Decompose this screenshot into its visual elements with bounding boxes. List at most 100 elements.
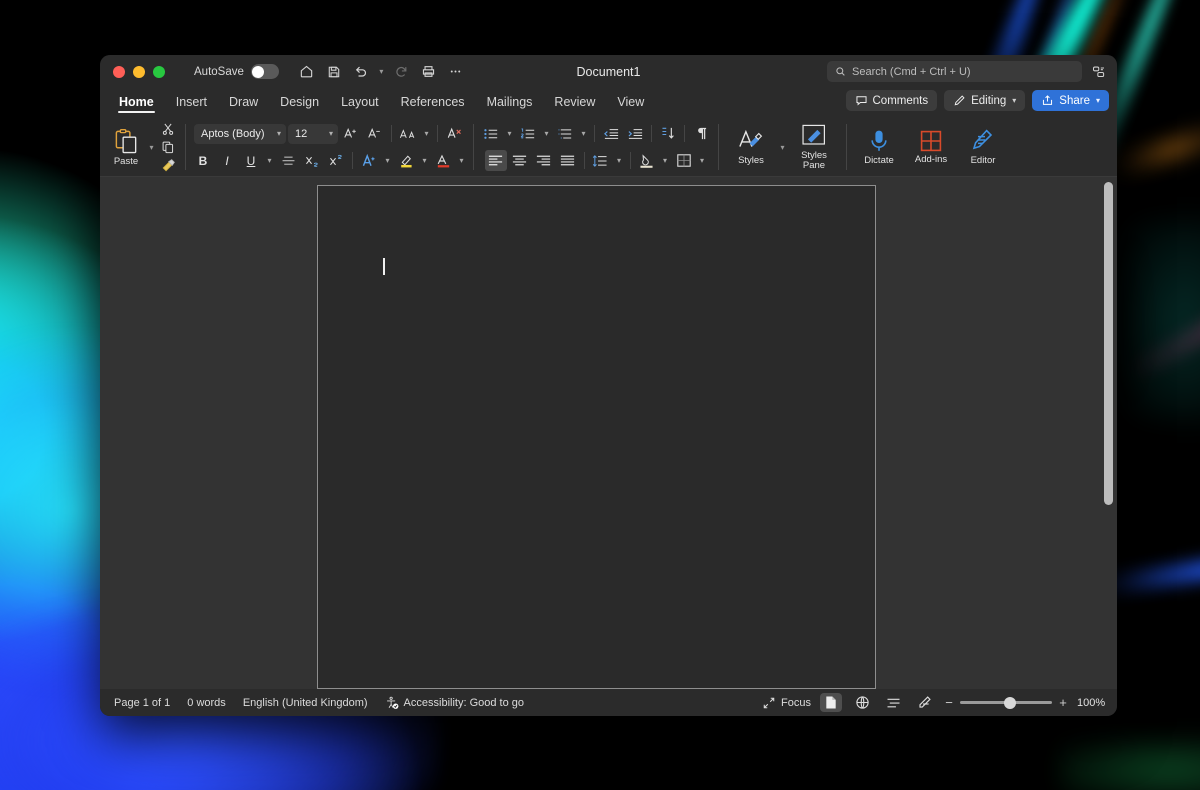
line-spacing-button[interactable] [590, 150, 612, 171]
borders-button[interactable] [673, 150, 695, 171]
shrink-font-button[interactable] [364, 123, 386, 144]
comments-button[interactable]: Comments [846, 90, 938, 111]
italic-button[interactable]: I [216, 150, 238, 171]
autosave-toggle[interactable] [251, 64, 279, 79]
change-case-chevron-down-icon[interactable]: ▾ [421, 123, 432, 144]
vertical-scrollbar[interactable] [1104, 182, 1113, 684]
search-input[interactable]: Search (Cmd + Ctrl + U) [827, 61, 1082, 82]
bullet-list-button[interactable] [480, 123, 502, 144]
autosave-toggle-knob [252, 66, 264, 78]
zoom-out-button[interactable]: − [944, 695, 954, 710]
minimize-button[interactable] [133, 66, 145, 78]
close-button[interactable] [113, 66, 125, 78]
zoom-slider-handle[interactable] [1004, 697, 1016, 709]
maximize-button[interactable] [153, 66, 165, 78]
tab-draw[interactable]: Draw [218, 88, 269, 115]
draft-view-icon[interactable] [913, 693, 935, 712]
dictate-button[interactable]: Dictate [853, 119, 905, 175]
bullet-list-chevron-down-icon[interactable]: ▾ [504, 123, 515, 144]
show-formatting-marks-button[interactable] [690, 123, 712, 144]
autosave-control[interactable]: AutoSave [194, 64, 279, 79]
align-center-button[interactable] [509, 150, 531, 171]
multilevel-list-button[interactable] [554, 123, 576, 144]
format-painter-button[interactable] [157, 157, 179, 174]
highlight-button[interactable] [395, 150, 417, 171]
align-left-button[interactable] [485, 150, 507, 171]
clear-formatting-icon [446, 126, 463, 141]
editor-button[interactable]: Editor [957, 119, 1009, 175]
home-icon[interactable] [295, 60, 319, 84]
addins-button[interactable]: Add-ins [905, 119, 957, 175]
web-layout-icon[interactable] [851, 693, 873, 712]
tab-layout[interactable]: Layout [330, 88, 390, 115]
tab-review[interactable]: Review [543, 88, 606, 115]
highlight-chevron-down-icon[interactable]: ▾ [419, 150, 430, 171]
font-family-select[interactable]: Aptos (Body) ▾ [194, 124, 286, 144]
cut-button[interactable] [157, 121, 179, 138]
font-color-chevron-down-icon[interactable]: ▾ [456, 150, 467, 171]
tab-insert[interactable]: Insert [165, 88, 218, 115]
underline-chevron-down-icon[interactable]: ▾ [264, 150, 275, 171]
undo-dropdown-chevron-down-icon[interactable]: ▾ [376, 67, 387, 76]
clipboard-mini-buttons [157, 121, 179, 174]
borders-chevron-down-icon[interactable]: ▾ [697, 150, 708, 171]
save-icon[interactable] [322, 60, 346, 84]
redo-icon[interactable] [390, 60, 414, 84]
styles-pane-button[interactable]: Styles Pane [788, 119, 840, 175]
language-indicator[interactable]: English (United Kingdom) [243, 697, 368, 709]
grow-font-button[interactable] [340, 123, 362, 144]
vertical-scrollbar-thumb[interactable] [1104, 182, 1113, 505]
tab-references[interactable]: References [390, 88, 476, 115]
accessibility-status[interactable]: Accessibility: Good to go [385, 696, 524, 710]
tab-home[interactable]: Home [108, 88, 165, 115]
zoom-level-value[interactable]: 100% [1077, 697, 1107, 709]
strikethrough-button[interactable] [277, 150, 299, 171]
shading-chevron-down-icon[interactable]: ▾ [660, 150, 671, 171]
document-page[interactable] [317, 185, 876, 689]
editing-button[interactable]: Editing ▾ [944, 90, 1025, 111]
styles-button[interactable]: Styles [725, 119, 777, 175]
outline-view-icon[interactable] [882, 693, 904, 712]
tab-design[interactable]: Design [269, 88, 330, 115]
addins-icon [919, 129, 943, 153]
numbered-list-chevron-down-icon[interactable]: ▾ [541, 123, 552, 144]
line-spacing-chevron-down-icon[interactable]: ▾ [614, 150, 625, 171]
text-effects-button[interactable] [358, 150, 380, 171]
paste-button[interactable]: Paste [106, 120, 146, 174]
multilevel-list-chevron-down-icon[interactable]: ▾ [578, 123, 589, 144]
font-color-button[interactable] [432, 150, 454, 171]
align-right-button[interactable] [533, 150, 555, 171]
numbered-list-button[interactable] [517, 123, 539, 144]
tab-mailings[interactable]: Mailings [476, 88, 544, 115]
more-options-icon[interactable] [444, 60, 468, 84]
text-effects-chevron-down-icon[interactable]: ▾ [382, 150, 393, 171]
tab-view[interactable]: View [606, 88, 655, 115]
copy-button[interactable] [157, 139, 179, 156]
word-count[interactable]: 0 words [187, 697, 226, 709]
page-indicator[interactable]: Page 1 of 1 [114, 697, 170, 709]
change-case-button[interactable] [397, 123, 419, 144]
shading-button[interactable] [636, 150, 658, 171]
zoom-in-button[interactable]: + [1058, 695, 1068, 710]
paste-chevron-down-icon[interactable]: ▾ [146, 143, 157, 152]
font-size-select[interactable]: 12 ▾ [288, 124, 338, 144]
subscript-button[interactable] [301, 150, 323, 171]
ribbon-display-options-icon[interactable] [1089, 62, 1109, 82]
justify-button[interactable] [557, 150, 579, 171]
clear-formatting-button[interactable] [443, 123, 465, 144]
underline-button[interactable]: U [240, 150, 262, 171]
sort-button[interactable] [657, 123, 679, 144]
document-area[interactable] [100, 177, 1117, 689]
zoom-slider[interactable]: − + [944, 695, 1068, 710]
decrease-indent-button[interactable] [600, 123, 622, 144]
increase-indent-button[interactable] [624, 123, 646, 144]
share-button[interactable]: Share ▾ [1032, 90, 1109, 111]
print-icon[interactable] [417, 60, 441, 84]
focus-button[interactable]: Focus [762, 696, 811, 710]
bold-button[interactable]: B [192, 150, 214, 171]
zoom-slider-track[interactable] [960, 701, 1052, 704]
print-layout-icon[interactable] [820, 693, 842, 712]
undo-icon[interactable] [349, 60, 373, 84]
superscript-button[interactable] [325, 150, 347, 171]
styles-chevron-down-icon[interactable]: ▾ [777, 143, 788, 152]
